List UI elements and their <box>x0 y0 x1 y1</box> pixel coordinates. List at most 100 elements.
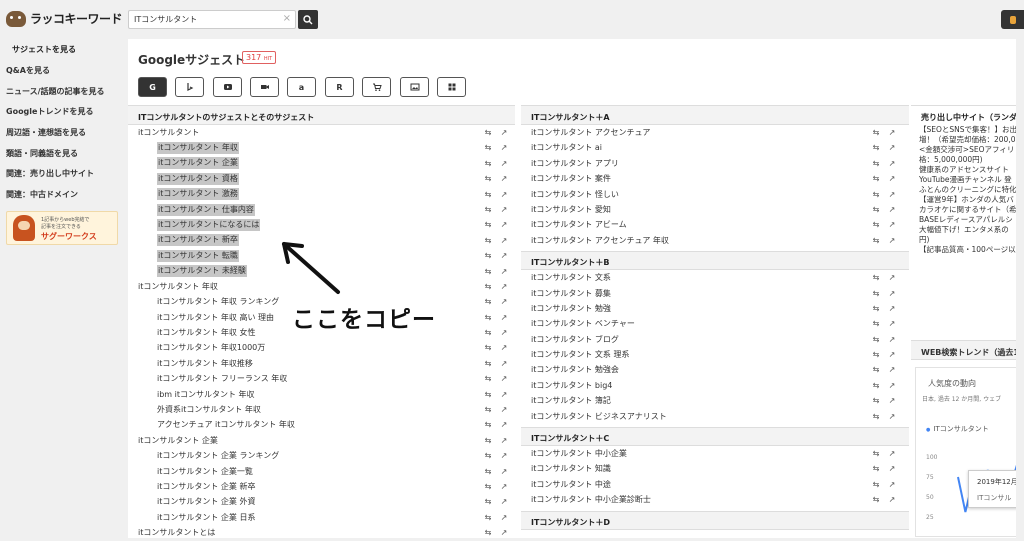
dig-suggest-icon[interactable]: ⇆ <box>483 433 493 448</box>
sale-site-item[interactable]: 大幅値下げ！エンタメ系の <box>911 225 1024 235</box>
external-link-icon[interactable]: ↗ <box>499 125 509 140</box>
sidebar-item-sale-sites[interactable]: 関連：売り出し中サイト <box>6 168 94 179</box>
app-logo[interactable]: ラッコキーワード <box>6 10 123 27</box>
dig-suggest-icon[interactable]: ⇆ <box>483 248 493 263</box>
dig-suggest-icon[interactable]: ⇆ <box>871 492 881 507</box>
dig-suggest-icon[interactable]: ⇆ <box>871 347 881 362</box>
external-link-icon[interactable]: ↗ <box>887 332 897 347</box>
external-link-icon[interactable]: ↗ <box>499 264 509 279</box>
dig-suggest-icon[interactable]: ⇆ <box>871 477 881 492</box>
sale-site-item[interactable]: 増！（希望売却価格：200,0 <box>911 135 1024 145</box>
alpha-suggest-row[interactable]: itコンサルタント アビーム ⇆ ↗ <box>521 217 909 232</box>
external-link-icon[interactable]: ↗ <box>887 217 897 232</box>
suggest-row[interactable]: 外資系itコンサルタント 年収 ⇆ ↗ <box>128 402 515 417</box>
external-link-icon[interactable]: ↗ <box>499 417 509 432</box>
suggest-row[interactable]: itコンサルタント 企業 ⇆ ↗ <box>128 433 515 448</box>
external-link-icon[interactable]: ↗ <box>499 356 509 371</box>
page-scrollbar[interactable] <box>1016 38 1024 538</box>
dig-suggest-icon[interactable]: ⇆ <box>483 402 493 417</box>
suggest-keyword[interactable]: itコンサルタント 未経験 <box>157 265 247 278</box>
bing-button[interactable] <box>175 77 204 97</box>
external-link-icon[interactable]: ↗ <box>887 347 897 362</box>
suggest-row[interactable]: itコンサルタント 年収推移 ⇆ ↗ <box>128 356 515 371</box>
dig-suggest-icon[interactable]: ⇆ <box>483 125 493 140</box>
dig-suggest-icon[interactable]: ⇆ <box>871 171 881 186</box>
alpha-suggest-row[interactable]: itコンサルタント アクセンチュア 年収 ⇆ ↗ <box>521 233 909 248</box>
dig-suggest-icon[interactable]: ⇆ <box>483 325 493 340</box>
alpha-suggest-row[interactable]: itコンサルタント ビジネスアナリスト ⇆ ↗ <box>521 409 909 424</box>
suggest-keyword[interactable]: itコンサルタント 中小企業 <box>531 446 627 461</box>
suggest-keyword[interactable]: itコンサルタント big4 <box>531 378 612 393</box>
external-link-icon[interactable]: ↗ <box>887 362 897 377</box>
sale-site-item[interactable]: 円) <box>911 235 1024 245</box>
alpha-suggest-row[interactable]: itコンサルタント 中小企業診断士 ⇆ ↗ <box>521 492 909 507</box>
clear-icon[interactable]: × <box>283 14 291 24</box>
suggest-keyword[interactable]: itコンサルタント アクセンチュア 年収 <box>531 233 669 248</box>
external-link-icon[interactable]: ↗ <box>887 393 897 408</box>
sale-site-item[interactable]: 格：5,000,000円) <box>911 155 1024 165</box>
suggest-row[interactable]: itコンサルタント 仕事内容 ⇆ ↗ <box>128 202 515 217</box>
suggest-keyword[interactable]: itコンサルタント 転職 <box>157 249 239 262</box>
alpha-suggest-row[interactable]: itコンサルタント 知識 ⇆ ↗ <box>521 461 909 476</box>
dig-suggest-icon[interactable]: ⇆ <box>871 409 881 424</box>
external-link-icon[interactable]: ↗ <box>887 409 897 424</box>
video-button[interactable] <box>250 77 279 97</box>
suggest-keyword[interactable]: itコンサルタント ブログ <box>531 332 619 347</box>
suggest-keyword[interactable]: itコンサルタント 知識 <box>531 461 611 476</box>
external-link-icon[interactable]: ↗ <box>887 477 897 492</box>
dig-suggest-icon[interactable]: ⇆ <box>871 301 881 316</box>
suggest-keyword[interactable]: itコンサルタントとは <box>138 525 215 540</box>
external-link-icon[interactable]: ↗ <box>499 248 509 263</box>
suggest-keyword[interactable]: itコンサルタント 文系 理系 <box>531 347 629 362</box>
suggest-row[interactable]: itコンサルタントになるには ⇆ ↗ <box>128 217 515 232</box>
alpha-suggest-row[interactable]: itコンサルタント 中途 ⇆ ↗ <box>521 477 909 492</box>
dig-suggest-icon[interactable]: ⇆ <box>871 461 881 476</box>
sagooworks-ad[interactable]: 1記事からweb完結で 記事を注文できる サグーワークス <box>6 211 118 245</box>
search-button[interactable] <box>298 10 318 29</box>
dig-suggest-icon[interactable]: ⇆ <box>483 510 493 525</box>
dig-suggest-icon[interactable]: ⇆ <box>871 270 881 285</box>
dig-suggest-icon[interactable]: ⇆ <box>483 525 493 540</box>
dig-suggest-icon[interactable]: ⇆ <box>483 479 493 494</box>
external-link-icon[interactable]: ↗ <box>499 387 509 402</box>
external-link-icon[interactable]: ↗ <box>887 171 897 186</box>
suggest-keyword[interactable]: itコンサルタント 年収 ランキング <box>157 294 279 309</box>
sidebar-item-domains[interactable]: 関連：中古ドメイン <box>6 189 78 200</box>
dig-suggest-icon[interactable]: ⇆ <box>483 171 493 186</box>
dig-suggest-icon[interactable]: ⇆ <box>871 187 881 202</box>
dig-suggest-icon[interactable]: ⇆ <box>871 202 881 217</box>
sale-site-item[interactable]: YouTube漫画チャンネル 登 <box>911 175 1024 185</box>
dig-suggest-icon[interactable]: ⇆ <box>483 202 493 217</box>
youtube-button[interactable] <box>213 77 242 97</box>
external-link-icon[interactable]: ↗ <box>887 446 897 461</box>
alpha-suggest-row[interactable]: itコンサルタント big4 ⇆ ↗ <box>521 378 909 393</box>
alpha-suggest-row[interactable]: itコンサルタント ベンチャー ⇆ ↗ <box>521 316 909 331</box>
dig-suggest-icon[interactable]: ⇆ <box>483 417 493 432</box>
suggest-keyword[interactable]: itコンサルタント 怪しい <box>531 187 619 202</box>
external-link-icon[interactable]: ↗ <box>499 494 509 509</box>
suggest-keyword[interactable]: itコンサルタント アプリ <box>531 156 619 171</box>
alpha-suggest-row[interactable]: itコンサルタント ブログ ⇆ ↗ <box>521 332 909 347</box>
external-link-icon[interactable]: ↗ <box>887 270 897 285</box>
amazon-button[interactable]: a <box>287 77 316 97</box>
dig-suggest-icon[interactable]: ⇆ <box>483 217 493 232</box>
suggest-row[interactable]: itコンサルタント 年収1000万 ⇆ ↗ <box>128 340 515 355</box>
suggest-keyword[interactable]: itコンサルタント 中小企業診断士 <box>531 492 651 507</box>
external-link-icon[interactable]: ↗ <box>499 433 509 448</box>
external-link-icon[interactable]: ↗ <box>887 140 897 155</box>
suggest-row[interactable]: アクセンチュア itコンサルタント 年収 ⇆ ↗ <box>128 417 515 432</box>
suggest-row[interactable]: itコンサルタント ⇆ ↗ <box>128 125 515 140</box>
external-link-icon[interactable]: ↗ <box>499 202 509 217</box>
sale-site-item[interactable]: 【SEOとSNSで集客！】お出 <box>911 125 1024 135</box>
sale-site-item[interactable]: <金額交渉可>SEOアフィリ <box>911 145 1024 155</box>
dig-suggest-icon[interactable]: ⇆ <box>871 156 881 171</box>
suggest-keyword[interactable]: itコンサルタント 年収 <box>157 142 239 155</box>
suggest-keyword[interactable]: itコンサルタント 資格 <box>157 172 239 185</box>
suggest-row[interactable]: itコンサルタント 企業一覧 ⇆ ↗ <box>128 464 515 479</box>
dig-suggest-icon[interactable]: ⇆ <box>483 156 493 171</box>
suggest-row[interactable]: itコンサルタント 企業 新卒 ⇆ ↗ <box>128 479 515 494</box>
external-link-icon[interactable]: ↗ <box>499 140 509 155</box>
suggest-keyword[interactable]: itコンサルタント フリーランス 年収 <box>157 371 287 386</box>
alpha-suggest-row[interactable]: itコンサルタント 簿記 ⇆ ↗ <box>521 393 909 408</box>
external-link-icon[interactable]: ↗ <box>499 171 509 186</box>
